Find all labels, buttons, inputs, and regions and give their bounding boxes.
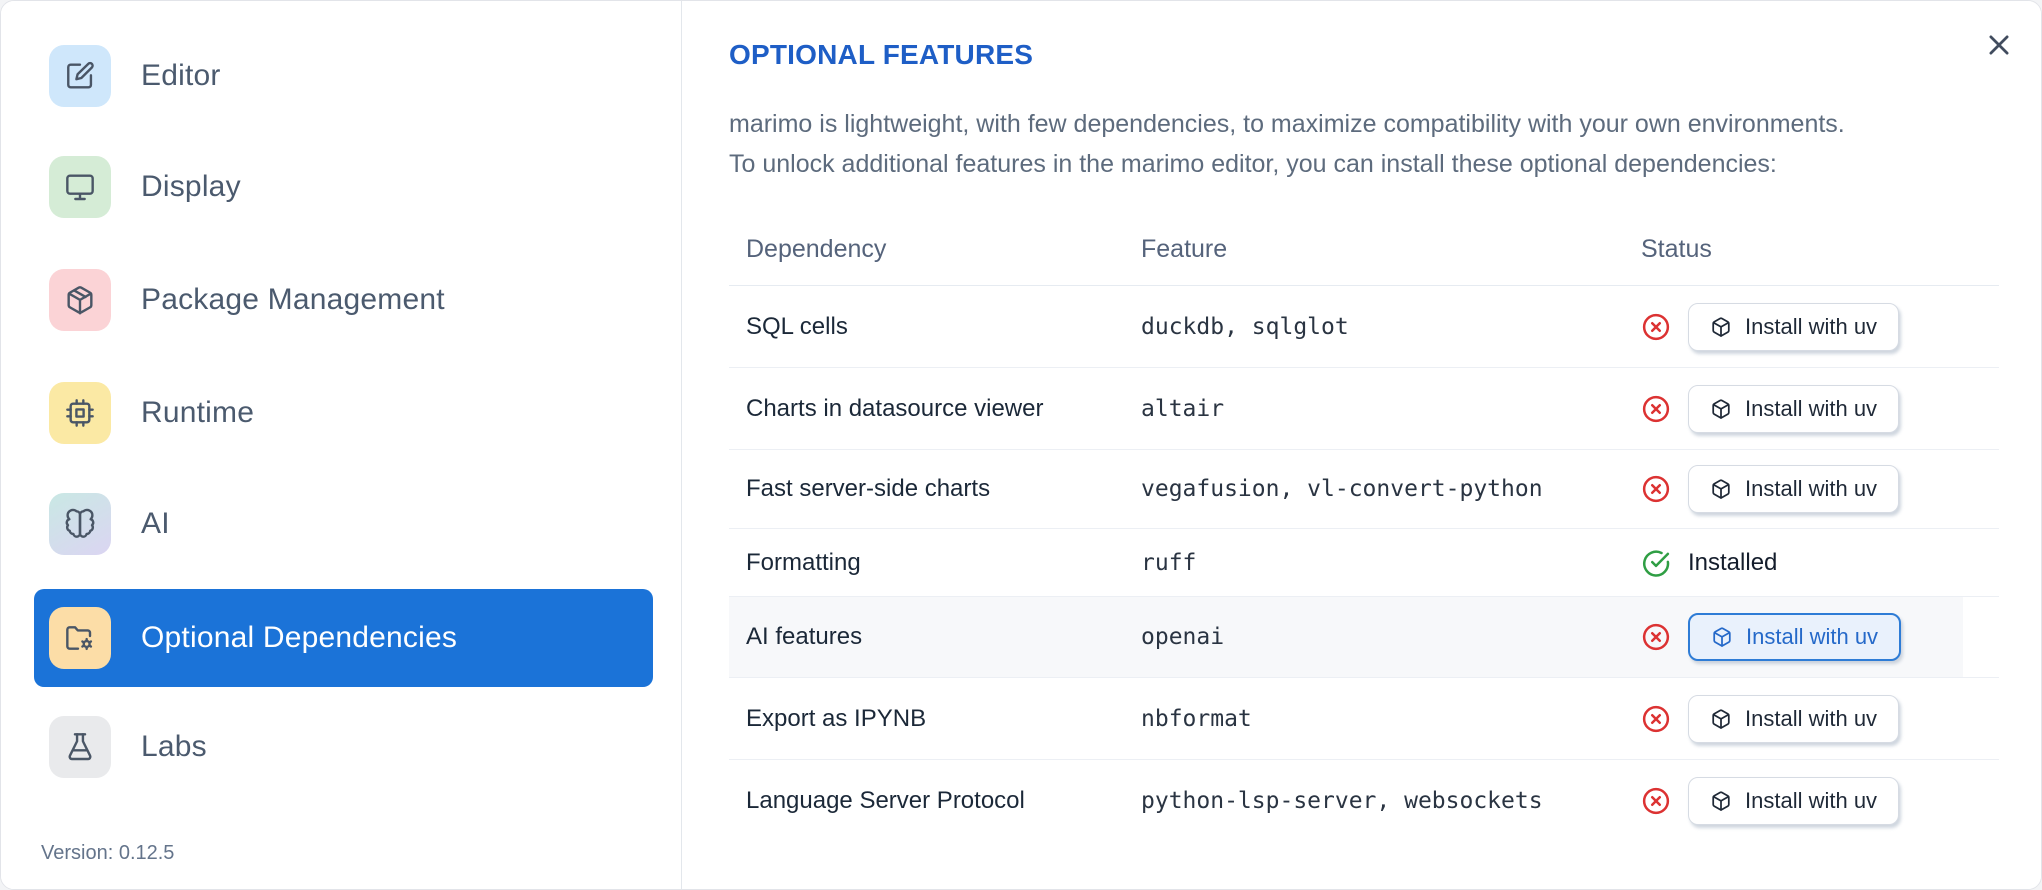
dependency-name: SQL cells xyxy=(746,312,848,340)
table-row: Fast server-side charts vegafusion, vl-c… xyxy=(729,450,1999,529)
status-cell: Install with uv xyxy=(1641,613,1999,661)
status-cell: Install with uv xyxy=(1641,465,1999,513)
install-button-label: Install with uv xyxy=(1745,476,1878,501)
box-icon xyxy=(1710,398,1732,420)
feature-packages: altair xyxy=(1141,395,1225,422)
install-button-label: Install with uv xyxy=(1745,313,1878,339)
sidebar-item-label: Runtime xyxy=(141,396,255,429)
status-missing-icon xyxy=(1641,394,1671,424)
status-cell: Install with uv xyxy=(1641,777,1999,825)
table-row: AI features openai Install with uv xyxy=(729,597,1999,678)
folder-gear-icon xyxy=(49,607,111,669)
close-button[interactable] xyxy=(1977,23,2021,67)
feature-packages: nbformat xyxy=(1141,705,1252,732)
install-with-uv-button[interactable]: Install with uv xyxy=(1688,465,1900,513)
table-row: SQL cells duckdb, sqlglot Install with u… xyxy=(729,286,1999,368)
table-row: Charts in datasource viewer altair Insta… xyxy=(729,368,1999,450)
feature-packages: ruff xyxy=(1141,549,1197,576)
column-header-feature: Feature xyxy=(1141,234,1228,263)
table-row: Export as IPYNB nbformat Install with uv xyxy=(729,678,1999,760)
box-icon xyxy=(1710,316,1732,338)
sidebar-item-package-management[interactable]: Package Management xyxy=(34,269,653,331)
column-header-status: Status xyxy=(1641,234,1712,263)
description-line-1: marimo is lightweight, with few dependen… xyxy=(729,110,1845,138)
status-missing-icon xyxy=(1641,622,1671,652)
install-with-uv-button[interactable]: Install with uv xyxy=(1688,384,1900,433)
dependency-name: Formatting xyxy=(746,548,861,576)
install-button-label: Install with uv xyxy=(1745,395,1878,421)
status-missing-icon xyxy=(1641,474,1671,504)
installed-label: Installed xyxy=(1688,548,1778,576)
sidebar-item-label: Labs xyxy=(141,730,207,763)
feature-packages: openai xyxy=(1141,624,1225,650)
settings-dialog: Editor Display Package Management Runtim… xyxy=(0,0,2042,890)
table-row: Formatting ruff Installed xyxy=(729,529,1999,597)
sidebar-item-label: Editor xyxy=(141,59,221,92)
install-with-uv-button[interactable]: Install with uv xyxy=(1688,302,1900,351)
description-line-2: To unlock additional features in the mar… xyxy=(729,150,1777,178)
settings-sidebar: Editor Display Package Management Runtim… xyxy=(1,1,682,889)
status-missing-icon xyxy=(1641,704,1671,734)
flask-icon xyxy=(49,716,111,778)
dependency-name: Charts in datasource viewer xyxy=(746,394,1044,422)
version-label: Version: 0.12.5 xyxy=(41,842,175,864)
install-button-label: Install with uv xyxy=(1745,788,1878,813)
status-cell: Install with uv xyxy=(1641,384,1999,433)
status-missing-icon xyxy=(1641,312,1671,342)
table-row: Language Server Protocol python-lsp-serv… xyxy=(729,760,1999,842)
optional-features-panel: OPTIONAL FEATURES marimo is lightweight,… xyxy=(683,1,2041,889)
sidebar-item-ai[interactable]: AI xyxy=(34,493,653,555)
cpu-icon xyxy=(49,382,111,444)
sidebar-item-label: AI xyxy=(141,507,170,540)
table-header-row: Dependency Feature Status xyxy=(729,213,1999,286)
sidebar-item-label: Optional Dependencies xyxy=(141,621,458,654)
install-button-label: Install with uv xyxy=(1745,705,1878,731)
dependency-name: AI features xyxy=(746,623,863,650)
sidebar-item-label: Display xyxy=(141,170,241,203)
package-icon xyxy=(49,269,111,331)
dependency-name: Fast server-side charts xyxy=(746,475,991,502)
panel-description: marimo is lightweight, with few dependen… xyxy=(729,104,1845,184)
feature-packages: python-lsp-server, websockets xyxy=(1141,788,1543,814)
close-x-icon xyxy=(1984,30,2014,60)
column-header-dependency: Dependency xyxy=(746,234,887,263)
dependency-name: Export as IPYNB xyxy=(746,704,927,732)
status-cell: Installed xyxy=(1641,548,1999,578)
sidebar-item-optional-dependencies[interactable]: Optional Dependencies xyxy=(34,589,653,687)
install-with-uv-button[interactable]: Install with uv xyxy=(1688,613,1902,661)
feature-packages: vegafusion, vl-convert-python xyxy=(1141,476,1543,502)
status-cell: Install with uv xyxy=(1641,302,1999,351)
box-icon xyxy=(1710,708,1732,730)
editor-pen-icon xyxy=(49,45,111,107)
brain-icon xyxy=(49,493,111,555)
sidebar-item-labs[interactable]: Labs xyxy=(34,716,653,778)
sidebar-item-runtime[interactable]: Runtime xyxy=(34,382,653,444)
page-title: OPTIONAL FEATURES xyxy=(729,39,1034,70)
status-installed-icon xyxy=(1641,548,1671,578)
feature-packages: duckdb, sqlglot xyxy=(1141,313,1349,340)
install-with-uv-button[interactable]: Install with uv xyxy=(1688,777,1900,825)
monitor-icon xyxy=(49,156,111,218)
sidebar-item-editor[interactable]: Editor xyxy=(34,45,653,107)
status-cell: Install with uv xyxy=(1641,694,1999,743)
status-missing-icon xyxy=(1641,786,1671,816)
box-icon xyxy=(1711,626,1733,648)
dependencies-table: Dependency Feature Status SQL cells duck… xyxy=(729,213,1999,842)
install-with-uv-button[interactable]: Install with uv xyxy=(1688,694,1900,743)
install-button-label: Install with uv xyxy=(1746,624,1879,649)
dependency-name: Language Server Protocol xyxy=(746,787,1025,814)
box-icon xyxy=(1710,478,1732,500)
sidebar-item-label: Package Management xyxy=(141,283,445,316)
sidebar-item-display[interactable]: Display xyxy=(34,156,653,218)
box-icon xyxy=(1710,790,1732,812)
